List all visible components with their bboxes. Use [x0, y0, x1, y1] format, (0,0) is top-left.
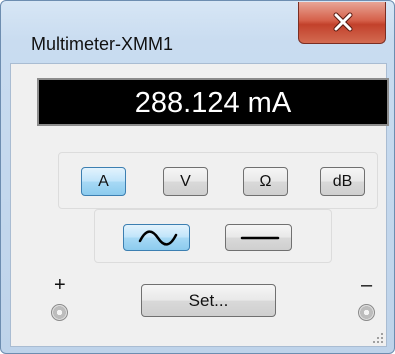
voltmeter-mode-button[interactable]: V: [163, 167, 208, 196]
resize-grip-icon[interactable]: [372, 332, 384, 344]
multimeter-window: Multimeter-XMM1 288.124 mA A V Ω dB + Se…: [0, 0, 395, 354]
measurement-mode-group: A V Ω dB: [58, 152, 378, 209]
dc-flat-line-icon: [240, 236, 280, 240]
close-icon: [333, 12, 353, 32]
ohmmeter-mode-button[interactable]: Ω: [243, 167, 288, 196]
ammeter-mode-button[interactable]: A: [81, 167, 126, 196]
close-button[interactable]: [298, 2, 386, 44]
signal-type-group: [94, 209, 332, 263]
positive-terminal[interactable]: [51, 304, 68, 321]
ac-sine-wave-icon: [138, 230, 178, 246]
title-bar[interactable]: Multimeter-XMM1: [1, 1, 394, 59]
display-reading: 288.124 mA: [134, 87, 292, 119]
ac-mode-button[interactable]: [123, 224, 190, 251]
window-title: Multimeter-XMM1: [31, 34, 174, 54]
set-button[interactable]: Set...: [141, 284, 276, 317]
positive-terminal-label: +: [54, 274, 66, 296]
reading-display: 288.124 mA: [37, 78, 389, 126]
decibel-mode-button[interactable]: dB: [320, 167, 365, 196]
negative-terminal[interactable]: [358, 304, 375, 321]
instrument-panel: 288.124 mA A V Ω dB + Set... –: [10, 63, 389, 347]
negative-terminal-label: –: [361, 274, 373, 296]
dc-mode-button[interactable]: [225, 224, 292, 251]
